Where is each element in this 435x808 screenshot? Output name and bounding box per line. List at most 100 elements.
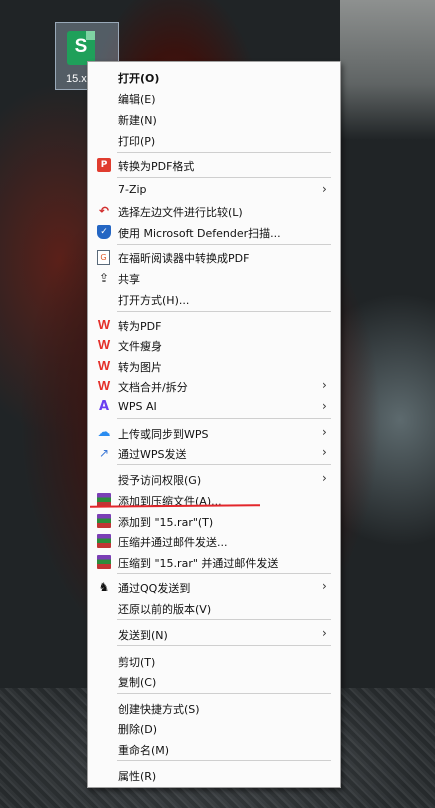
menu-separator xyxy=(117,619,331,620)
menu-item-create-shortcut[interactable]: 创建快捷方式(S) xyxy=(89,697,339,718)
menu-item-wps-to-image[interactable]: W 转为图片 xyxy=(89,355,339,376)
menu-item-label: 7-Zip xyxy=(118,183,147,196)
menu-item-grant-access[interactable]: 授予访问权限(G) › xyxy=(89,468,339,489)
menu-item-label: 新建(N) xyxy=(118,114,157,127)
menu-item-wps-ai[interactable]: A WPS AI › xyxy=(89,396,339,417)
menu-item-edit[interactable]: 编辑(E) xyxy=(89,87,339,108)
menu-item-defender-scan[interactable]: ✓ 使用 Microsoft Defender扫描... xyxy=(89,221,339,242)
menu-item-send-to[interactable]: 发送到(N) › xyxy=(89,623,339,644)
menu-item-label: WPS AI xyxy=(118,400,157,413)
wps-icon: W xyxy=(97,358,111,373)
menu-item-label: 通过WPS发送 xyxy=(118,448,187,461)
menu-item-wps-upload[interactable]: ☁ 上传或同步到WPS › xyxy=(89,422,339,443)
menu-item-label: 打开(O) xyxy=(118,72,160,85)
menu-item-label: 转为PDF xyxy=(118,320,162,333)
menu-item-label: 剪切(T) xyxy=(118,656,156,669)
menu-item-label: 转换为PDF格式 xyxy=(118,160,195,173)
menu-item-label: 转为图片 xyxy=(118,361,162,374)
menu-item-label: 通过QQ发送到 xyxy=(118,582,191,595)
menu-item-label: 打印(P) xyxy=(118,135,156,148)
menu-item-restore-versions[interactable]: 还原以前的版本(V) xyxy=(89,597,339,618)
cloud-icon: ☁ xyxy=(97,425,111,440)
menu-item-label: 创建快捷方式(S) xyxy=(118,703,200,716)
foxit-icon: G xyxy=(97,250,110,265)
winrar-icon xyxy=(97,514,111,528)
menu-item-label: 共享 xyxy=(118,273,140,286)
menu-item-label: 上传或同步到WPS xyxy=(118,428,209,441)
chevron-right-icon: › xyxy=(322,425,327,439)
menu-item-send-qq[interactable]: ♞ 通过QQ发送到 › xyxy=(89,576,339,597)
wallpaper-light xyxy=(340,0,435,140)
menu-item-foxit-convert[interactable]: G 在福昕阅读器中转换成PDF xyxy=(89,246,339,267)
menu-item-properties[interactable]: 属性(R) xyxy=(89,764,339,785)
menu-item-new[interactable]: 新建(N) xyxy=(89,108,339,129)
menu-separator xyxy=(117,152,331,153)
pdf-convert-icon: P xyxy=(97,158,111,172)
qq-icon: ♞ xyxy=(98,580,110,594)
menu-separator xyxy=(117,573,331,574)
menu-item-label: 在福昕阅读器中转换成PDF xyxy=(118,252,250,265)
menu-item-open[interactable]: 打开(O) xyxy=(89,66,339,87)
menu-item-wps-send[interactable]: ↗ 通过WPS发送 › xyxy=(89,442,339,463)
menu-item-convert-pdf[interactable]: P 转换为PDF格式 xyxy=(89,154,339,175)
share-icon: ⇪ xyxy=(98,271,110,285)
menu-separator xyxy=(117,464,331,465)
menu-item-label: 发送到(N) xyxy=(118,629,168,642)
chevron-right-icon: › xyxy=(322,378,327,392)
menu-separator xyxy=(117,645,331,646)
menu-item-label: 压缩到 "15.rar" 并通过邮件发送 xyxy=(118,557,279,570)
sheet-letter: S xyxy=(74,36,88,57)
menu-item-compare[interactable]: ↶ 选择左边文件进行比较(L) xyxy=(89,200,339,221)
menu-item-label: 文件瘦身 xyxy=(118,340,162,353)
chevron-right-icon: › xyxy=(322,445,327,459)
menu-item-label: 属性(R) xyxy=(118,770,157,783)
menu-item-label: 还原以前的版本(V) xyxy=(118,603,212,616)
chevron-right-icon: › xyxy=(322,182,327,196)
menu-separator xyxy=(117,418,331,419)
menu-item-copy[interactable]: 复制(C) xyxy=(89,670,339,691)
menu-item-print[interactable]: 打印(P) xyxy=(89,129,339,150)
chevron-right-icon: › xyxy=(322,579,327,593)
menu-separator xyxy=(117,693,331,694)
menu-separator xyxy=(117,177,331,178)
chevron-right-icon: › xyxy=(322,471,327,485)
menu-separator xyxy=(117,244,331,245)
menu-item-share[interactable]: ⇪ 共享 xyxy=(89,267,339,288)
menu-item-7zip[interactable]: 7-Zip › xyxy=(89,179,339,200)
menu-item-label: 打开方式(H)... xyxy=(118,294,190,307)
menu-item-label: 压缩并通过邮件发送... xyxy=(118,536,228,549)
context-menu: 打开(O) 编辑(E) 新建(N) 打印(P) P 转换为PDF格式 7-Zip… xyxy=(87,61,341,788)
send-icon: ↗ xyxy=(98,446,110,460)
menu-item-rename[interactable]: 重命名(M) xyxy=(89,738,339,759)
menu-item-add-to-rar[interactable]: 添加到 "15.rar"(T) xyxy=(89,510,339,531)
menu-item-label: 文档合并/拆分 xyxy=(118,381,188,394)
wps-ai-icon: A xyxy=(98,399,110,414)
winrar-icon xyxy=(97,534,111,548)
menu-item-compress-rar-email[interactable]: 压缩到 "15.rar" 并通过邮件发送 xyxy=(89,551,339,572)
wps-icon: W xyxy=(97,317,111,332)
menu-item-wps-merge-split[interactable]: W 文档合并/拆分 › xyxy=(89,375,339,396)
menu-item-label: 删除(D) xyxy=(118,723,158,736)
spreadsheet-icon: S xyxy=(67,31,95,65)
file-name-label: 15.x xyxy=(66,73,87,85)
menu-separator xyxy=(117,760,331,761)
chevron-right-icon: › xyxy=(322,399,327,413)
menu-item-label: 编辑(E) xyxy=(118,93,156,106)
menu-item-cut[interactable]: 剪切(T) xyxy=(89,650,339,671)
menu-item-label: 授予访问权限(G) xyxy=(118,474,202,487)
menu-item-label: 复制(C) xyxy=(118,676,157,689)
menu-item-compress-email[interactable]: 压缩并通过邮件发送... xyxy=(89,530,339,551)
menu-separator xyxy=(117,311,331,312)
menu-item-delete[interactable]: 删除(D) xyxy=(89,717,339,738)
menu-item-label: 选择左边文件进行比较(L) xyxy=(118,206,243,219)
chevron-right-icon: › xyxy=(322,626,327,640)
menu-item-wps-to-pdf[interactable]: W 转为PDF xyxy=(89,314,339,335)
wps-icon: W xyxy=(97,378,111,393)
menu-item-wps-slim[interactable]: W 文件瘦身 xyxy=(89,334,339,355)
wps-icon: W xyxy=(97,337,111,352)
menu-item-label: 重命名(M) xyxy=(118,744,170,757)
menu-item-label: 使用 Microsoft Defender扫描... xyxy=(118,227,281,240)
menu-item-open-with[interactable]: 打开方式(H)... xyxy=(89,288,339,309)
defender-shield-icon: ✓ xyxy=(97,225,111,239)
compare-icon: ↶ xyxy=(98,204,110,218)
